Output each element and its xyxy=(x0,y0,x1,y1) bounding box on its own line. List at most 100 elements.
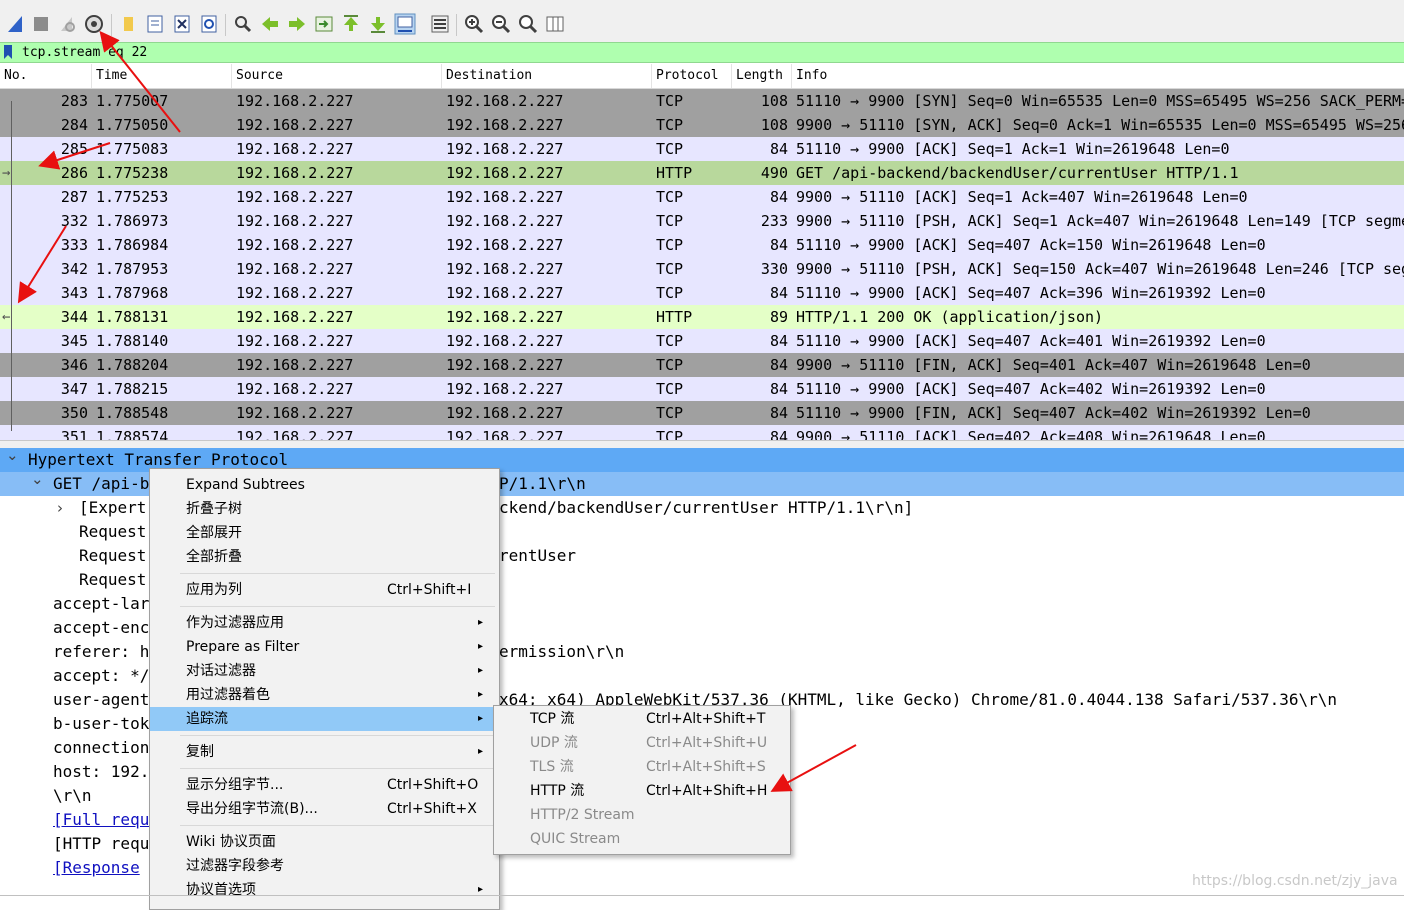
column-header-length[interactable]: Length xyxy=(732,64,792,88)
packet-info: 51110 → 9900 [ACK] Seq=407 Ack=150 Win=2… xyxy=(796,236,1266,254)
menu-item-shortcut: Ctrl+Shift+X xyxy=(387,801,477,817)
packet-row[interactable]: 345 1.788140 192.168.2.227 192.168.2.227 TCP… xyxy=(0,329,1404,353)
detail-text: [Response xyxy=(53,858,140,877)
main-toolbar xyxy=(0,8,1404,43)
context-menu-item[interactable]: 复制 ▸ xyxy=(150,740,497,764)
menu-item-label: 应用为列 xyxy=(186,582,242,598)
context-menu-item[interactable]: 全部展开 xyxy=(150,521,497,545)
context-menu-item[interactable]: 对话过滤器 ▸ xyxy=(150,659,497,683)
packet-info: 51110 → 9900 [ACK] Seq=407 Ack=401 Win=2… xyxy=(796,332,1266,350)
packet-row[interactable]: 286 1.775238 192.168.2.227 192.168.2.227 HTT… xyxy=(0,161,1404,185)
colorize-icon[interactable] xyxy=(428,12,452,36)
close-file-icon[interactable] xyxy=(170,12,194,36)
resize-columns-icon[interactable] xyxy=(543,12,567,36)
open-file-icon[interactable] xyxy=(116,12,140,36)
go-back-icon[interactable] xyxy=(258,12,282,36)
context-menu-item[interactable]: 应用为列 Ctrl+Shift+I xyxy=(150,578,497,602)
context-menu-item[interactable]: 追踪流 ▸ xyxy=(150,707,497,731)
tree-expander-icon[interactable]: › xyxy=(57,496,63,520)
packet-row[interactable]: 333 1.786984 192.168.2.227 192.168.2.227 TCP… xyxy=(0,233,1404,257)
packet-row[interactable]: 342 1.787953 192.168.2.227 192.168.2.227 TCP… xyxy=(0,257,1404,281)
detail-text-tail: ckend/backendUser/currentUser HTTP/1.1\r… xyxy=(499,498,914,517)
detail-text: host: 192. xyxy=(53,762,150,781)
submenu-item[interactable]: HTTP 流 Ctrl+Alt+Shift+H xyxy=(494,779,788,803)
watermark-text: https://blog.csdn.net/zjy_java xyxy=(1192,873,1398,889)
context-menu-item[interactable]: Wiki 协议页面 xyxy=(150,830,497,854)
reload-icon[interactable] xyxy=(197,12,221,36)
packet-length: 233 xyxy=(760,212,788,230)
packet-row[interactable]: 350 1.788548 192.168.2.227 192.168.2.227 TCP… xyxy=(0,401,1404,425)
menu-item-label: 过滤器字段参考 xyxy=(186,858,284,874)
submenu-item-shortcut: Ctrl+Alt+Shift+S xyxy=(646,759,766,775)
context-menu-item[interactable]: 全部折叠 xyxy=(150,545,497,569)
packet-row[interactable]: 332 1.786973 192.168.2.227 192.168.2.227 TCP… xyxy=(0,209,1404,233)
zoom-in-icon[interactable] xyxy=(462,12,486,36)
context-menu-item[interactable]: 协议首选项 ▸ xyxy=(150,878,497,902)
packet-row[interactable]: 285 1.775083 192.168.2.227 192.168.2.227 TCP… xyxy=(0,137,1404,161)
go-last-icon[interactable] xyxy=(366,12,390,36)
conversation-bracket xyxy=(11,101,12,431)
column-header-source[interactable]: Source xyxy=(232,64,442,88)
submenu-item: QUIC Stream xyxy=(494,827,788,851)
zoom-normal-icon[interactable] xyxy=(516,12,540,36)
context-menu-item[interactable]: 用过滤器着色 ▸ xyxy=(150,683,497,707)
zoom-out-icon[interactable] xyxy=(489,12,513,36)
detail-text: Request xyxy=(79,570,147,589)
find-packet-icon[interactable] xyxy=(231,12,255,36)
tree-expander-icon[interactable]: ⌄ xyxy=(6,448,19,467)
packet-info: 51110 → 9900 [ACK] Seq=407 Ack=396 Win=2… xyxy=(796,284,1266,302)
context-menu-item[interactable]: Expand Subtrees xyxy=(150,473,497,497)
column-header-info[interactable]: Info xyxy=(792,64,1404,88)
packet-row[interactable]: 344 1.788131 192.168.2.227 192.168.2.227 HTT… xyxy=(0,305,1404,329)
packet-length: 490 xyxy=(760,164,788,182)
column-header-no[interactable]: No. xyxy=(0,64,92,88)
shark-fin-start-icon[interactable] xyxy=(3,12,27,36)
context-menu-item[interactable]: 作为过滤器应用 ▸ xyxy=(150,611,497,635)
submenu-arrow-icon: ▸ xyxy=(478,665,484,676)
packet-info: 9900 → 51110 [PSH, ACK] Seq=1 Ack=407 Wi… xyxy=(796,212,1404,230)
menu-separator xyxy=(180,573,495,574)
packet-row[interactable]: 284 1.775050 192.168.2.227 192.168.2.227 TCP… xyxy=(0,113,1404,137)
submenu-item[interactable]: TCP 流 Ctrl+Alt+Shift+T xyxy=(494,707,788,731)
packet-row[interactable]: 343 1.787968 192.168.2.227 192.168.2.227 TCP… xyxy=(0,281,1404,305)
display-filter-input[interactable]: tcp.stream eq 22 xyxy=(22,43,147,62)
context-menu-item[interactable]: 显示分组字节... Ctrl+Shift+O xyxy=(150,773,497,797)
menu-item-shortcut: Ctrl+Shift+I xyxy=(387,582,472,598)
go-first-icon[interactable] xyxy=(339,12,363,36)
bookmark-icon[interactable] xyxy=(3,44,13,60)
menu-separator xyxy=(180,735,495,736)
stop-capture-icon[interactable] xyxy=(29,12,53,36)
packet-row[interactable]: 346 1.788204 192.168.2.227 192.168.2.227 TCP… xyxy=(0,353,1404,377)
packet-row[interactable]: 347 1.788215 192.168.2.227 192.168.2.227 TCP… xyxy=(0,377,1404,401)
capture-options-icon[interactable] xyxy=(82,12,106,36)
auto-scroll-icon[interactable] xyxy=(393,12,417,36)
context-menu-item[interactable]: 折叠子树 xyxy=(150,497,497,521)
packet-info: 9900 → 51110 [SYN, ACK] Seq=0 Ack=1 Win=… xyxy=(796,116,1404,134)
packet-info: 51110 → 9900 [ACK] Seq=407 Ack=402 Win=2… xyxy=(796,380,1266,398)
save-file-icon[interactable] xyxy=(143,12,167,36)
submenu-arrow-icon: ▸ xyxy=(478,689,484,700)
restart-capture-icon[interactable] xyxy=(55,12,79,36)
packet-row[interactable]: 287 1.775253 192.168.2.227 192.168.2.227 TCP… xyxy=(0,185,1404,209)
column-header-time[interactable]: Time xyxy=(92,64,232,88)
detail-text: [Expert xyxy=(79,498,147,517)
column-header-protocol[interactable]: Protocol xyxy=(652,64,732,88)
menu-item-label: 追踪流 xyxy=(186,711,228,727)
submenu-item-label: QUIC Stream xyxy=(530,831,621,847)
tree-expander-icon[interactable]: ⌄ xyxy=(31,467,44,491)
submenu-arrow-icon: ▸ xyxy=(478,713,484,724)
packet-length: 84 xyxy=(769,284,788,302)
submenu-arrow-icon: ▸ xyxy=(478,746,484,757)
menu-separator xyxy=(180,606,495,607)
packet-row[interactable]: 283 1.775007 192.168.2.227 192.168.2.227 TCP… xyxy=(0,89,1404,113)
context-menu-item[interactable]: 导出分组字节流(B)... Ctrl+Shift+X xyxy=(150,797,497,821)
go-forward-icon[interactable] xyxy=(285,12,309,36)
context-menu-item[interactable]: 过滤器字段参考 xyxy=(150,854,497,878)
menu-item-label: 对话过滤器 xyxy=(186,663,256,679)
menu-bar xyxy=(0,0,1404,8)
packet-row[interactable]: 351 1.788574 192.168.2.227 192.168.2.227 TCP… xyxy=(0,425,1404,440)
context-menu-item[interactable]: Prepare as Filter ▸ xyxy=(150,635,497,659)
detail-text: accept-enc xyxy=(53,618,150,637)
go-to-packet-icon[interactable] xyxy=(312,12,336,36)
column-header-destination[interactable]: Destination xyxy=(442,64,652,88)
